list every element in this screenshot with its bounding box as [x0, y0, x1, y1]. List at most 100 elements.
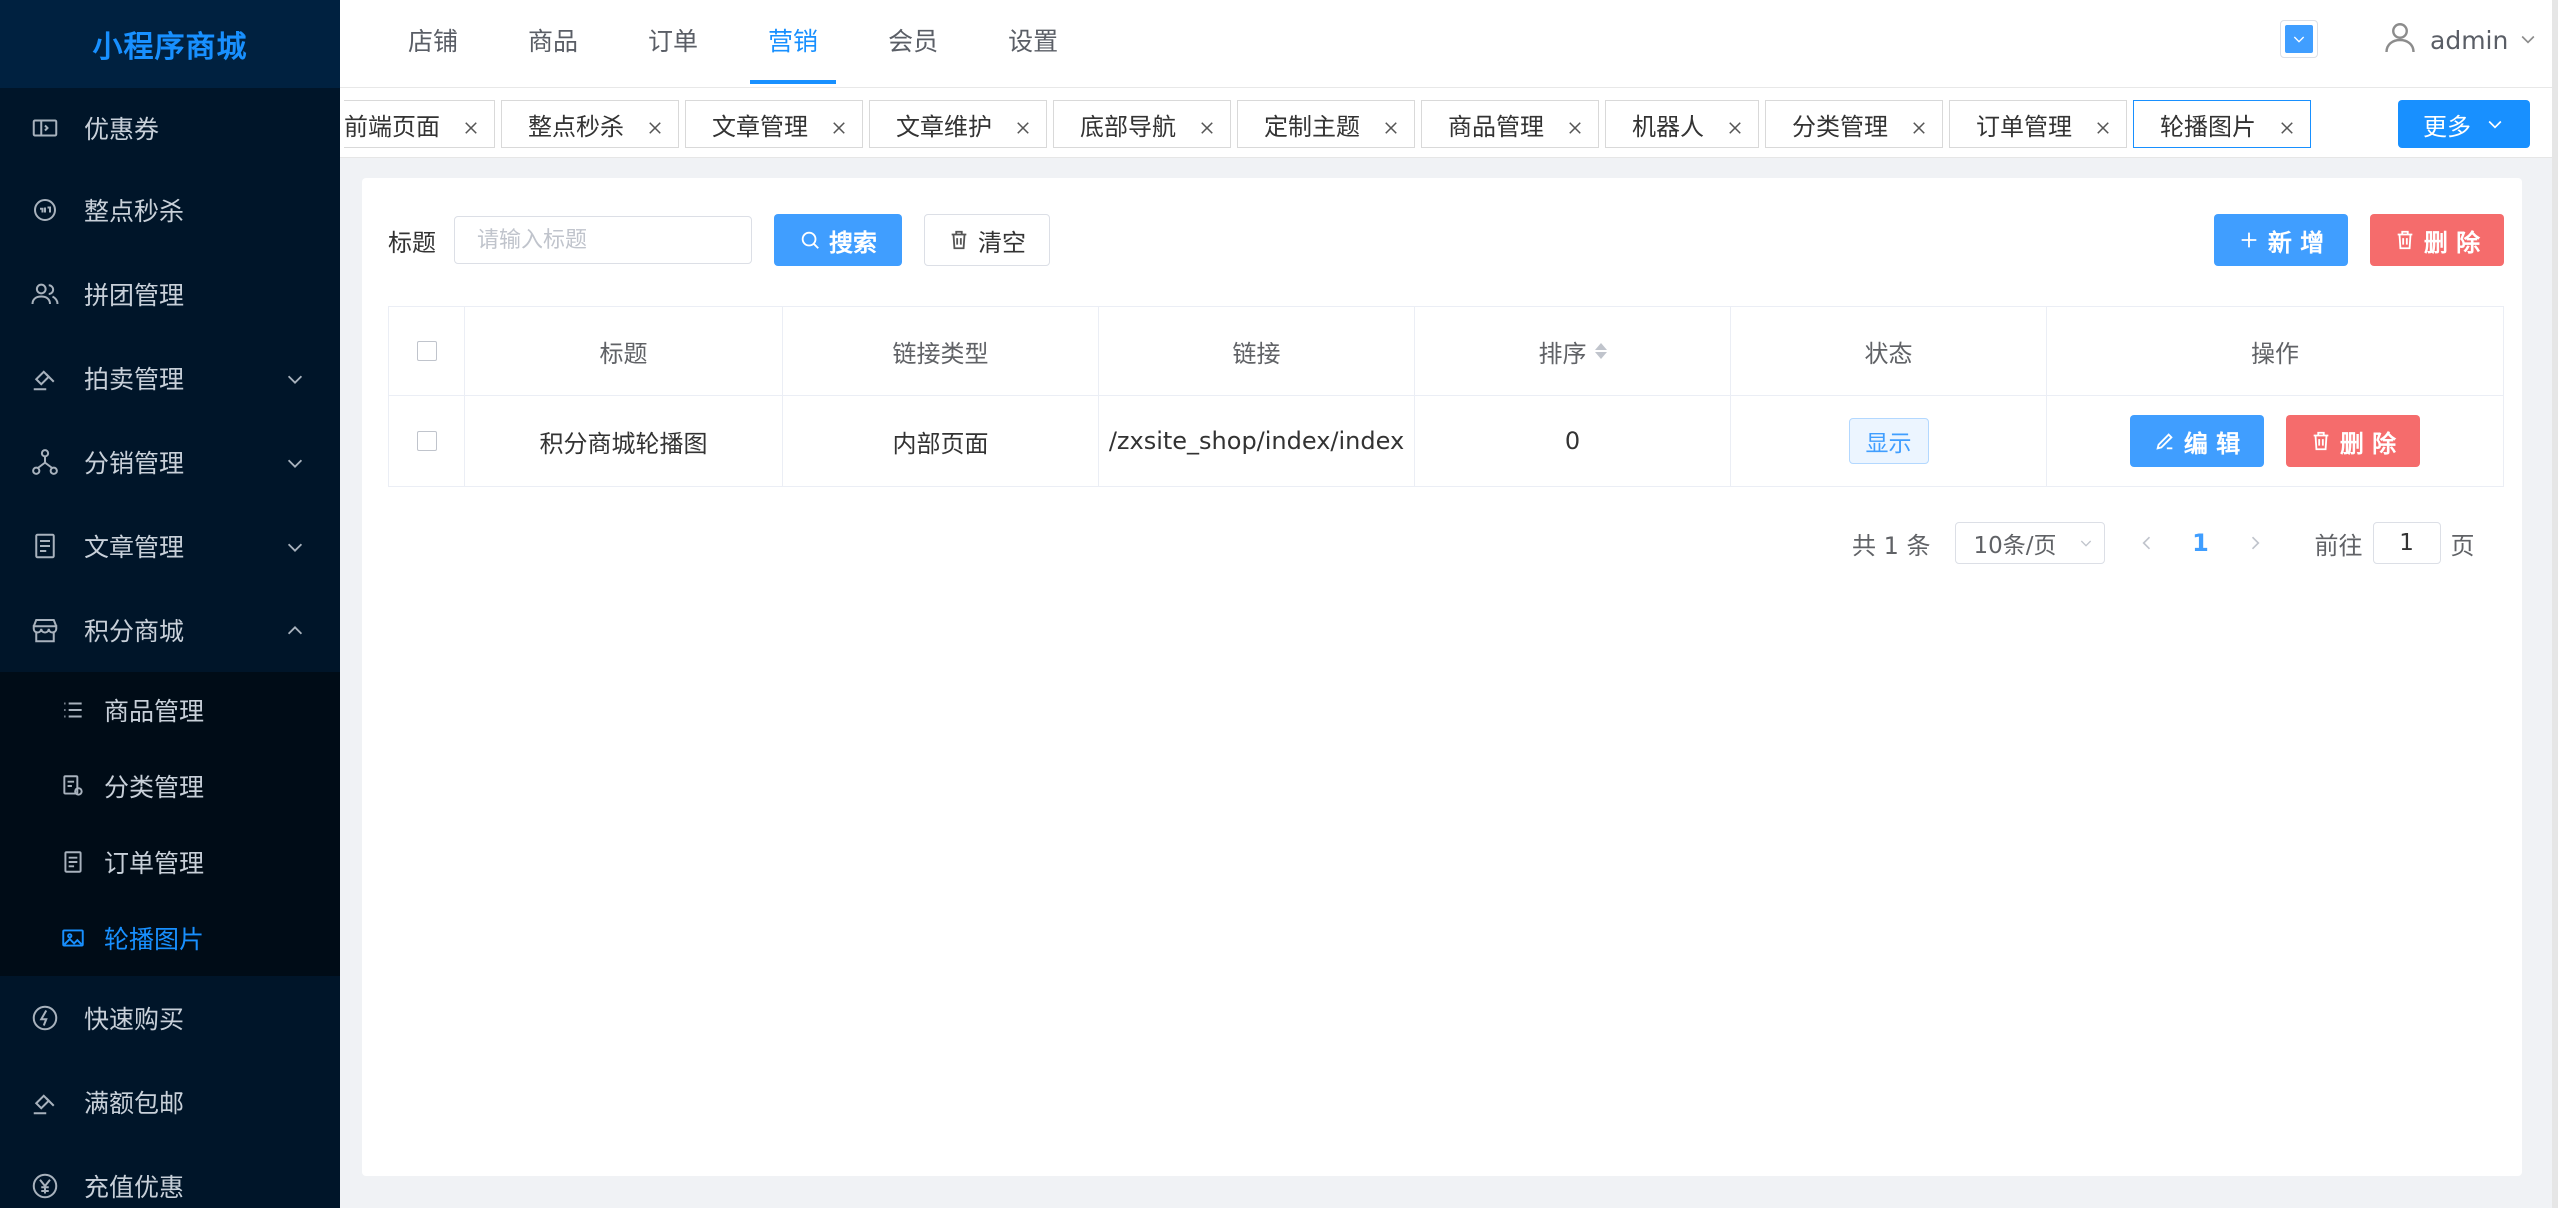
- nav-marketing[interactable]: 营销: [750, 0, 837, 88]
- close-icon[interactable]: [1910, 115, 1928, 134]
- sort-column-header[interactable]: 排序: [1415, 307, 1731, 395]
- nav-orders[interactable]: 订单: [630, 0, 716, 88]
- chevron-down-icon: [284, 451, 306, 473]
- edit-icon: [2156, 433, 2173, 450]
- nav-store[interactable]: 店铺: [390, 0, 476, 88]
- close-icon[interactable]: [2278, 115, 2296, 134]
- clear-button[interactable]: 清空: [924, 214, 1050, 266]
- sort-caret-icon[interactable]: [1594, 343, 1607, 359]
- row-delete-button[interactable]: 删 除: [2286, 415, 2420, 467]
- tab-tag-label: 文章管理: [712, 112, 808, 141]
- row-checkbox[interactable]: [416, 431, 437, 451]
- user-menu[interactable]: admin: [2382, 18, 2538, 62]
- sidebar-item-label: 文章管理: [84, 533, 185, 562]
- close-icon[interactable]: [462, 115, 480, 134]
- cell-sort: 0: [1415, 396, 1731, 486]
- sidebar-item-recharge[interactable]: 充值优惠: [0, 1144, 340, 1208]
- sidebar-subitem-label: 订单管理: [104, 849, 205, 878]
- nav-settings[interactable]: 设置: [990, 0, 1076, 88]
- sidebar-subitem-categories[interactable]: 分类管理: [0, 748, 340, 824]
- close-icon[interactable]: [646, 115, 664, 134]
- column-header: 状态: [1731, 307, 2047, 395]
- current-page[interactable]: 1: [2181, 529, 2221, 557]
- sidebar-item-label: 整点秒杀: [84, 197, 185, 226]
- close-icon[interactable]: [830, 115, 848, 134]
- sidebar-item-label: 满额包邮: [84, 1089, 185, 1118]
- sidebar-item-group-buy[interactable]: 拼团管理: [0, 252, 340, 336]
- sidebar-item-label: 分销管理: [84, 449, 185, 478]
- sidebar-item-flash-sale[interactable]: 整点秒杀: [0, 168, 340, 252]
- sidebar-item-articles[interactable]: 文章管理: [0, 504, 340, 588]
- store-icon: [28, 613, 62, 647]
- sidebar-item-quick-buy[interactable]: 快速购买: [0, 976, 340, 1060]
- app-logo[interactable]: 小程序商城: [0, 0, 340, 88]
- tab-tag[interactable]: 定制主题: [1237, 100, 1415, 148]
- sidebar-subitem-label: 轮播图片: [104, 925, 205, 954]
- tab-tag[interactable]: 前端页面: [344, 100, 495, 148]
- table-row: 积分商城轮播图 内部页面 /zxsite_shop/index/index 0 …: [389, 396, 2503, 486]
- close-icon[interactable]: [1726, 115, 1744, 134]
- sidebar-item-auction[interactable]: 拍卖管理: [0, 336, 340, 420]
- close-icon[interactable]: [1198, 115, 1216, 134]
- column-header: 标题: [465, 307, 783, 395]
- sidebar-subitem-carousel[interactable]: 轮播图片: [0, 900, 340, 976]
- add-button-label: 新 增: [2267, 228, 2325, 257]
- page-size-select[interactable]: 10条/页: [1954, 522, 2105, 564]
- goto-page-input[interactable]: [2372, 522, 2441, 564]
- sidebar-item-coupons[interactable]: 优惠券: [0, 88, 340, 168]
- close-icon[interactable]: [1382, 115, 1400, 134]
- tab-tag[interactable]: 订单管理: [1949, 100, 2127, 148]
- tab-tag[interactable]: 轮播图片: [2133, 100, 2311, 148]
- user-icon: [2382, 19, 2418, 61]
- select-all-checkbox[interactable]: [416, 341, 437, 361]
- close-icon[interactable]: [1566, 115, 1584, 134]
- network-icon: [28, 445, 62, 479]
- chevron-down-icon: [2080, 540, 2091, 547]
- row-delete-label: 删 除: [2339, 429, 2397, 458]
- sidebar-item-points-mall[interactable]: 积分商城: [0, 588, 340, 672]
- sidebar-subitem-products[interactable]: 商品管理: [0, 672, 340, 748]
- status-badge: 显示: [1848, 418, 1929, 464]
- next-page-icon[interactable]: [2235, 522, 2275, 564]
- add-button[interactable]: 新 增: [2214, 214, 2348, 266]
- sidebar-subitem-orders[interactable]: 订单管理: [0, 824, 340, 900]
- close-icon[interactable]: [1014, 115, 1032, 134]
- tab-tag-label: 商品管理: [1448, 112, 1544, 141]
- points-mall-submenu: 商品管理 分类管理 订单管理 轮播图片: [0, 672, 340, 976]
- prev-page-icon[interactable]: [2127, 522, 2167, 564]
- more-tabs-button[interactable]: 更多: [2398, 100, 2530, 148]
- nav-members[interactable]: 会员: [870, 0, 956, 88]
- column-header: 操作: [2251, 339, 2299, 368]
- bulk-delete-button[interactable]: 删 除: [2370, 214, 2504, 266]
- edit-button[interactable]: 编 辑: [2130, 415, 2264, 467]
- tab-tag[interactable]: 机器人: [1605, 100, 1759, 148]
- title-filter-label: 标题: [388, 228, 436, 257]
- list-icon: [58, 695, 88, 725]
- pagination: 共 1 条 10条/页 1 前往 页: [1852, 522, 2475, 564]
- flash-sale-icon: [28, 193, 62, 227]
- tab-tag-label: 分类管理: [1792, 112, 1888, 141]
- tab-tag-label: 底部导航: [1080, 112, 1176, 141]
- tab-tag[interactable]: 分类管理: [1765, 100, 1943, 148]
- tab-tag[interactable]: 底部导航: [1053, 100, 1231, 148]
- tab-tag[interactable]: 文章维护: [869, 100, 1047, 148]
- scrollbar[interactable]: [2552, 0, 2558, 1208]
- tab-tag[interactable]: 文章管理: [685, 100, 863, 148]
- group-icon: [28, 277, 62, 311]
- trash-icon: [2397, 230, 2413, 250]
- theme-color-picker[interactable]: [2280, 20, 2318, 58]
- close-icon[interactable]: [2094, 115, 2112, 134]
- lightning-icon: [28, 1001, 62, 1035]
- tab-tag[interactable]: 整点秒杀: [501, 100, 679, 148]
- tab-tag[interactable]: 商品管理: [1421, 100, 1599, 148]
- nav-products[interactable]: 商品: [510, 0, 596, 88]
- plus-icon: [2241, 232, 2257, 248]
- search-button[interactable]: 搜索: [774, 214, 902, 266]
- cell-link: /zxsite_shop/index/index: [1099, 396, 1415, 486]
- pagination-total: 共 1 条: [1852, 531, 1931, 560]
- sidebar-item-free-shipping[interactable]: 满额包邮: [0, 1060, 340, 1144]
- sidebar-item-distribution[interactable]: 分销管理: [0, 420, 340, 504]
- gavel-icon: [28, 1085, 62, 1119]
- title-search-input[interactable]: [454, 216, 752, 264]
- page-size-value: 10条/页: [1973, 533, 2057, 559]
